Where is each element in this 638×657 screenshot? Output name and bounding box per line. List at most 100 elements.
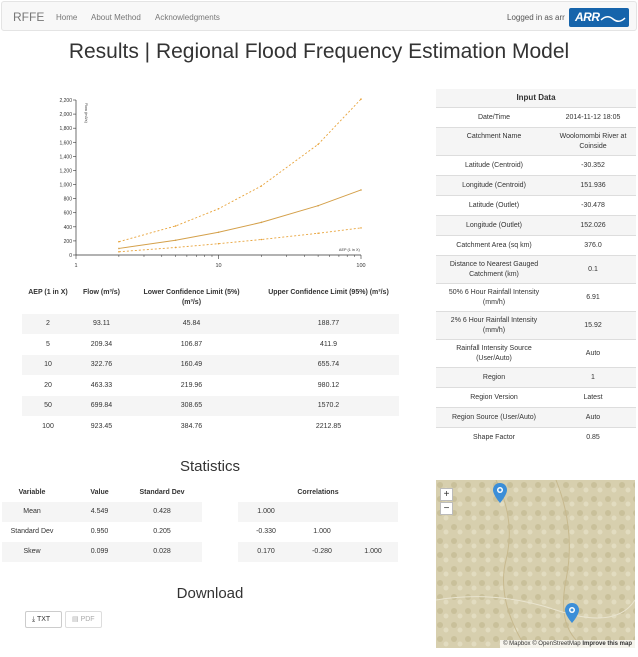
download-pdf-button[interactable]: ▤ PDF: [65, 611, 102, 628]
stat-cell: Mean: [23, 508, 41, 515]
stat-cell: 0.028: [153, 548, 171, 555]
input-row: Catchment Area (sq km) 376.0: [436, 235, 636, 255]
map[interactable]: + − © Mapbox © OpenStreetMap Improve thi…: [436, 480, 635, 648]
input-row: Date/Time 2014-11-12 18:05: [436, 107, 636, 127]
input-label: Longitude (Centroid): [462, 182, 526, 189]
map-marker-icon[interactable]: [565, 603, 579, 623]
flow-cell: 209.34: [90, 340, 113, 348]
table-row: 100 923.45 384.76 2212.85: [22, 417, 399, 437]
page-title: Results | Regional Flood Frequency Estim…: [68, 40, 570, 63]
brand[interactable]: RFFE: [13, 10, 44, 24]
stat-header-variable: Variable: [18, 489, 46, 496]
nav-about-method[interactable]: About Method: [91, 13, 141, 22]
input-row: Rainfall Intensity Source (User/Auto) Aut…: [436, 339, 636, 367]
y-tick-label: 2,000: [59, 112, 72, 118]
nav-home[interactable]: Home: [56, 13, 77, 22]
input-row: Longitude (Outlet) 152.026: [436, 215, 636, 235]
series-2-point: [174, 225, 177, 227]
lower-cell: 106.87: [180, 340, 203, 348]
aep-cell: 5: [46, 340, 50, 348]
series-2-point: [317, 143, 319, 146]
stat-header-value: Value: [90, 489, 109, 496]
aep-cell: 50: [44, 402, 52, 409]
series-1-point: [174, 246, 177, 249]
logged-in-text: Logged in as arr: [507, 13, 565, 22]
nav-acknowledgments[interactable]: Acknowledgments: [155, 13, 220, 22]
input-label: Catchment Area (sq km): [456, 242, 532, 249]
input-label: Region Version: [470, 394, 518, 401]
flow-cell: 463.33: [90, 381, 113, 389]
y-tick-label: 600: [64, 211, 73, 217]
table-row: 20 463.33 219.96 980.12: [22, 376, 399, 396]
upper-cell: 2212.85: [315, 422, 342, 430]
pdf-label: PDF: [80, 616, 95, 623]
header-upper: Upper Confidence Limit (95%) (m³/s): [268, 289, 389, 296]
y-tick-label: 1,400: [59, 154, 72, 160]
flow-cell: 322.76: [90, 361, 113, 368]
series-1-point: [217, 242, 220, 245]
correlation-cell: 1.000: [313, 528, 331, 535]
lower-cell: 384.76: [180, 422, 203, 430]
improve-map-link[interactable]: Improve this map: [582, 641, 632, 647]
correlations-title: Correlations: [297, 489, 339, 496]
y-axis-label: Flow (m3/s): [84, 103, 88, 124]
input-label: Region Source (User/Auto): [451, 414, 537, 421]
input-value: 15.92: [584, 322, 602, 329]
stat-header-stddev: Standard Dev: [139, 489, 185, 496]
input-row: Latitude (Outlet) -30.478: [436, 195, 636, 215]
x-axis-label: AEP (1 in X): [339, 248, 361, 252]
input-label: Distance to Nearest Gauged Catchment (km…: [449, 261, 539, 278]
input-value: Auto: [585, 350, 601, 357]
input-label: Shape Factor: [472, 434, 516, 441]
series-0-point: [260, 221, 263, 224]
input-value: 0.85: [586, 434, 600, 441]
input-value: 2014-11-12 18:05: [565, 114, 621, 121]
stat-row: Skew 0.099 0.028: [2, 542, 202, 562]
arr-logo[interactable]: ARR: [569, 8, 629, 27]
input-row: Region Source (User/Auto) Auto: [436, 407, 636, 427]
series-0-point: [360, 189, 362, 191]
y-tick-label: 400: [64, 225, 73, 231]
input-row: 50% 6 Hour Rainfall Intensity (mm/h) 6.91: [436, 283, 636, 311]
attribution-text: © Mapbox © OpenStreetMap: [503, 641, 583, 647]
series-line-2: [118, 98, 362, 243]
upper-cell: 411.9: [320, 340, 337, 348]
input-label: 2% 6 Hour Rainfall Intensity (mm/h): [450, 317, 538, 334]
upper-cell: 1570.2: [317, 402, 340, 409]
stat-row: Mean 4.549 0.428: [2, 502, 202, 522]
y-tick-label: 1,800: [59, 126, 72, 132]
zoom-out-button[interactable]: −: [440, 502, 453, 515]
correlation-cell: [348, 502, 398, 522]
stat-cell: 0.099: [90, 548, 109, 555]
input-value: -30.478: [581, 202, 605, 209]
series-1-point: [360, 227, 362, 229]
flood-frequency-chart: 0 200 400 600 800 1,000 1,200 1,400 1,600 1,800 2,…: [59, 98, 365, 269]
lower-cell: 160.49: [180, 361, 203, 368]
input-value: Auto: [585, 414, 601, 421]
input-value: 376.0: [584, 242, 602, 249]
zoom-in-button[interactable]: +: [440, 488, 453, 501]
file-icon: ▤: [72, 616, 79, 623]
map-terrain: [436, 480, 635, 648]
input-value: 1: [591, 374, 595, 381]
correlation-cell: -0.280: [312, 548, 332, 555]
download-icon: ⤓: [32, 616, 36, 623]
input-row: Longitude (Centroid) 151.936: [436, 175, 636, 195]
input-value: 152.026: [580, 222, 606, 229]
series-0-point: [317, 204, 319, 207]
input-row: Latitude (Centroid) -30.352: [436, 155, 636, 175]
correlation-row: 1.000: [238, 502, 398, 522]
table-row: 50 699.84 308.65 1570.2: [22, 396, 399, 416]
series-2-point: [260, 185, 263, 187]
input-label: Date/Time: [477, 114, 511, 121]
flow-cell: 923.45: [90, 422, 113, 430]
input-row: Catchment Name Woolomombi River at Coinsi…: [436, 127, 636, 155]
navbar: RFFE Home About Method Acknowledgments L…: [1, 1, 637, 31]
input-row: Shape Factor 0.85: [436, 427, 636, 447]
download-txt-button[interactable]: ⤓ TXT: [25, 611, 62, 628]
map-marker-icon[interactable]: [493, 483, 507, 503]
aep-cell: 20: [44, 381, 52, 389]
input-label: Catchment Name: [466, 133, 522, 140]
header-flow: Flow (m³/s): [83, 289, 120, 296]
lower-cell: 308.65: [180, 402, 203, 409]
